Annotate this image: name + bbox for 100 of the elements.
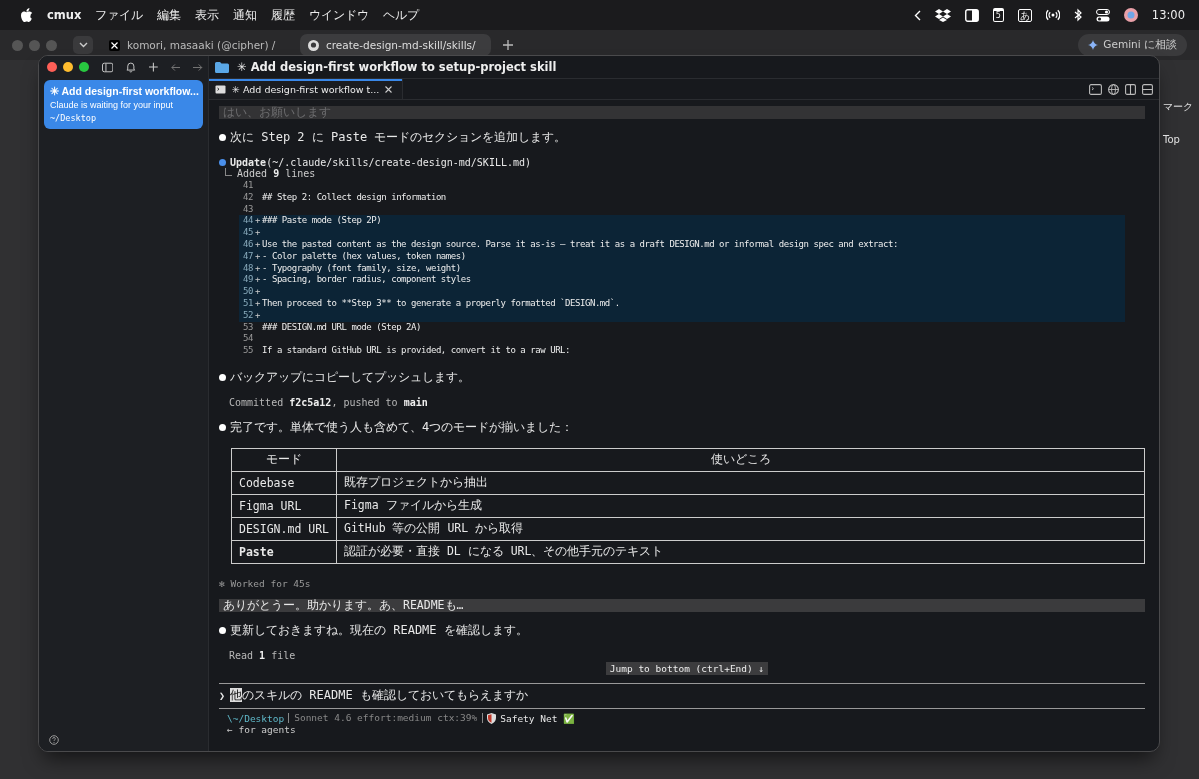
table-cell: Figma ファイルから生成 [336,494,1145,518]
folder-icon [215,61,229,73]
line-number: 52 [242,309,253,322]
line-number: 51 [242,297,253,310]
line-number: 48 [242,262,253,275]
table-cell: DESIGN.md URL [231,517,337,541]
code-line: If a standard GitHub URL is provided, convert it to a raw URL: [262,345,571,357]
code-line: ## Step 2: Collect design information [262,191,446,204]
line-number: 42 [242,191,253,204]
menu-item[interactable]: ウインドウ [309,6,370,24]
line-number: 43 [242,203,253,216]
table-header: モード [231,448,337,472]
diff-sign: + [255,274,260,285]
line-number: 46 [242,239,253,251]
bluetooth-icon[interactable] [1073,8,1082,22]
table-cell: 認証が必要・直接 DL になる URL、その他手元のテキスト [336,540,1145,564]
x-logo-icon [109,39,120,51]
assistant-button[interactable]: Gemini に相談 [1078,34,1187,56]
bookmark-link[interactable]: Top [1163,134,1199,145]
table-cell: GitHub 等の公開 URL から取得 [336,517,1145,541]
back-arrow-icon[interactable] [170,62,181,72]
line-number: 50 [242,286,253,298]
input-mode-icon[interactable]: あ [1017,8,1032,22]
close-icon[interactable] [385,85,393,93]
bullet-icon [219,134,226,141]
diff-sign: + [255,262,260,273]
diff-sign: + [255,250,260,261]
jump-to-bottom-button[interactable]: Jump to bottom (ctrl+End) ↓ [605,661,769,675]
bell-icon[interactable] [126,61,136,73]
avatar-icon[interactable] [1123,8,1138,22]
browser-tab[interactable]: komori, masaaki (@cipher) / [101,34,292,56]
toggle-icon[interactable] [1095,8,1110,22]
assistant-message: 完了です。単体で使う人も含めて、4つのモードが揃いました： [230,418,574,436]
line-number: 44 [242,215,253,228]
window-controls[interactable] [47,62,89,72]
terminal-icon [215,84,226,94]
workspace-card[interactable]: ✳ Add design-first workflow... Claude is waiting for your input ~/Desktop [44,80,203,129]
bullet-icon [219,159,226,166]
code-line: - Spacing, border radius, component styles [262,274,471,287]
menu-item[interactable]: 表示 [195,6,220,24]
tool-result: Added 9 lines [237,168,316,179]
shield-icon [487,712,497,724]
bookmark-link[interactable]: マーク [1163,100,1199,114]
diff-sign: + [255,297,260,308]
terminal-icon[interactable] [1089,83,1102,95]
diff-sign: + [255,286,260,297]
diff-sign: + [255,309,260,320]
code-line: Use the pasted content as the design source. Parse it as-is — treat it as a draft DESIGN.md or informal design spec and extract: [262,239,898,251]
table-cell: Paste [231,540,337,564]
table-cell: 既存プロジェクトから抽出 [336,471,1145,495]
path-label: \~/Desktop [227,712,285,724]
menu-item[interactable]: ヘルプ [383,6,420,24]
prompt-symbol: ❯ [219,690,226,702]
diff-sign: + [255,227,260,238]
plus-icon [503,40,513,50]
table-cell: Codebase [231,471,337,495]
model-label: Sonnet 4.6 effort:medium ctx:39% [288,713,484,724]
diff-sign: + [255,239,260,249]
assistant-message: バックアップにコピーしてプッシュします。 [230,368,470,386]
clock[interactable]: 13:00 [1151,8,1185,22]
terminal-tab[interactable]: ✳ Add design-first workflow t... [209,79,404,99]
line-number: 55 [242,345,253,357]
safety-label: Safety Net ✅ [500,712,576,724]
menu-item[interactable]: 通知 [233,6,258,24]
assistant-message: 次に Step 2 に Paste モードのセクションを追加します。 [230,129,567,146]
broadcast-icon[interactable] [1045,8,1060,22]
line-number: 47 [242,250,253,263]
apple-logo-icon[interactable] [20,7,33,23]
tool-result: Committed f2c5a12, pushed to main [228,396,429,408]
globe-icon[interactable] [1108,83,1119,95]
line-number: 45 [242,227,253,239]
menu-item[interactable]: 履歴 [271,6,296,24]
bullet-icon [219,626,226,634]
forward-arrow-icon[interactable] [193,62,203,72]
app-menu[interactable]: cmux [47,8,82,22]
plus-icon[interactable] [149,62,158,72]
code-line: ### DESIGN.md URL mode (Step 2A) [262,321,421,334]
tool-call: Update(~/.claude/skills/create-design-md/SKILL.md) [230,157,532,168]
line-number: 53 [242,321,253,334]
chevron-left-icon[interactable] [913,9,921,21]
browser-tab[interactable]: create-design-md-skill/skills/ [300,34,491,56]
code-line: - Typography (font family, size, weight) [262,262,461,275]
menu-item[interactable]: ファイル [95,6,144,24]
code-line: ### Paste mode (Step 2P) [262,215,382,228]
hint-text: ← for agents [226,723,297,735]
split-vertical-icon[interactable] [1125,83,1136,95]
calendar-icon[interactable]: 5 [992,8,1004,22]
bullet-icon [219,373,226,381]
diff-sign: + [255,215,260,226]
sidebar-toggle-icon[interactable] [102,61,114,73]
box-icon[interactable] [934,8,951,22]
tab-list-button[interactable] [73,36,93,54]
assistant-message: 更新しておきますね。現在の README を確認します。 [230,621,528,639]
line-number: 41 [242,180,253,192]
sidebar-icon[interactable] [964,8,979,22]
line-number: 54 [242,333,253,346]
table-cell: Figma URL [231,494,337,518]
split-horizontal-icon[interactable] [1142,83,1153,95]
help-icon[interactable] [49,735,59,745]
menu-item[interactable]: 編集 [157,6,182,24]
